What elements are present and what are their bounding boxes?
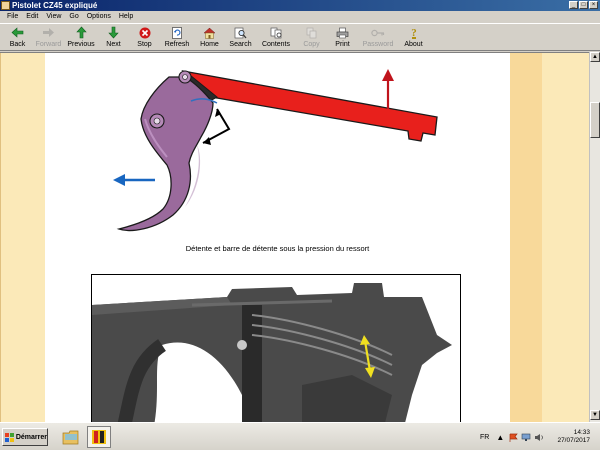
about-icon: ? [407, 26, 421, 39]
menu-help[interactable]: Help [115, 11, 137, 23]
refresh-icon [170, 26, 184, 39]
scroll-thumb[interactable] [590, 102, 600, 138]
action-center-flag-icon[interactable] [508, 432, 518, 442]
previous-button[interactable]: Previous [64, 24, 98, 51]
trigger-mechanism-diagram [113, 69, 438, 232]
password-button[interactable]: Password [358, 24, 398, 51]
menu-bar: File Edit View Go Options Help [0, 11, 600, 23]
forward-button[interactable]: Forward [33, 24, 64, 51]
maximize-button[interactable]: □ [579, 1, 588, 9]
window-title: Pistolet CZ45 expliqué [12, 1, 98, 10]
scroll-up-arrow[interactable]: ▲ [590, 52, 600, 62]
system-clock[interactable]: 14:33 27/07/2017 [557, 429, 598, 445]
close-button[interactable]: × [589, 1, 598, 9]
search-button[interactable]: Search [225, 24, 256, 51]
key-icon [371, 26, 385, 39]
forward-label: Forward [35, 41, 62, 48]
copy-icon [305, 26, 319, 39]
refresh-button[interactable]: Refresh [160, 24, 194, 51]
back-button[interactable]: Back [2, 24, 33, 51]
menu-edit[interactable]: Edit [22, 11, 42, 23]
scroll-down-arrow[interactable]: ▼ [590, 410, 600, 420]
search-label: Search [229, 41, 252, 48]
clock-date: 27/07/2017 [557, 437, 590, 444]
system-tray: FR ▲ 14:33 27/07/2017 [474, 426, 598, 448]
printer-icon [336, 26, 350, 39]
about-button[interactable]: ? About [398, 24, 429, 51]
network-icon[interactable] [521, 432, 531, 442]
print-label: Print [335, 41, 350, 48]
toolbar: Back Forward Previous Next Stop Refresh [0, 23, 600, 51]
print-button[interactable]: Print [327, 24, 358, 51]
clock-time: 14:33 [573, 429, 590, 436]
refresh-label: Refresh [164, 41, 190, 48]
start-button[interactable]: Démarrer [2, 428, 48, 446]
home-icon [203, 26, 217, 39]
menu-file[interactable]: File [3, 11, 22, 23]
diagram-caption: Détente et barre de détente sous la pres… [185, 244, 370, 253]
next-label: Next [106, 41, 121, 48]
mechanism-photo [91, 274, 461, 422]
page-content: Détente et barre de détente sous la pres… [0, 52, 589, 422]
taskbar: Démarrer FR ▲ 14:33 27/07/2017 [0, 422, 600, 450]
trigger-bar [181, 70, 438, 142]
search-icon [234, 26, 248, 39]
copy-button[interactable]: Copy [296, 24, 327, 51]
volume-icon[interactable] [534, 432, 544, 442]
help-viewer-task-icon[interactable] [87, 426, 111, 448]
forward-arrow-icon [42, 26, 56, 39]
minimize-button[interactable]: _ [569, 1, 578, 9]
windows-logo-icon [5, 432, 14, 442]
back-label: Back [9, 41, 26, 48]
start-label: Démarrer [15, 433, 47, 441]
language-indicator[interactable]: FR [480, 434, 489, 441]
tray-up-arrow-icon[interactable]: ▲ [495, 432, 505, 442]
about-label: About [404, 41, 423, 48]
back-arrow-icon [11, 26, 25, 39]
copy-label: Copy [303, 41, 320, 48]
app-icon [1, 1, 10, 10]
right-margin-band-dark [510, 53, 542, 422]
previous-label: Previous [67, 41, 95, 48]
stop-label: Stop [137, 41, 152, 48]
contents-icon [269, 26, 283, 39]
folder-task-icon[interactable] [59, 426, 83, 448]
title-bar: Pistolet CZ45 expliqué _ □ × [0, 0, 600, 11]
stop-button[interactable]: Stop [129, 24, 160, 51]
next-button[interactable]: Next [98, 24, 129, 51]
menu-go[interactable]: Go [65, 11, 82, 23]
right-margin-band-light [542, 53, 589, 422]
contents-label: Contents [261, 41, 291, 48]
menu-view[interactable]: View [42, 11, 65, 23]
down-arrow-icon [107, 26, 121, 39]
vertical-scrollbar[interactable]: ▲ ▼ [589, 52, 600, 422]
contents-button[interactable]: Contents [256, 24, 296, 51]
stop-icon [138, 26, 152, 39]
password-label: Password [362, 41, 394, 48]
menu-options[interactable]: Options [83, 11, 115, 23]
home-label: Home [200, 41, 219, 48]
home-button[interactable]: Home [194, 24, 225, 51]
left-margin-band [0, 53, 45, 422]
up-arrow-icon [74, 26, 88, 39]
